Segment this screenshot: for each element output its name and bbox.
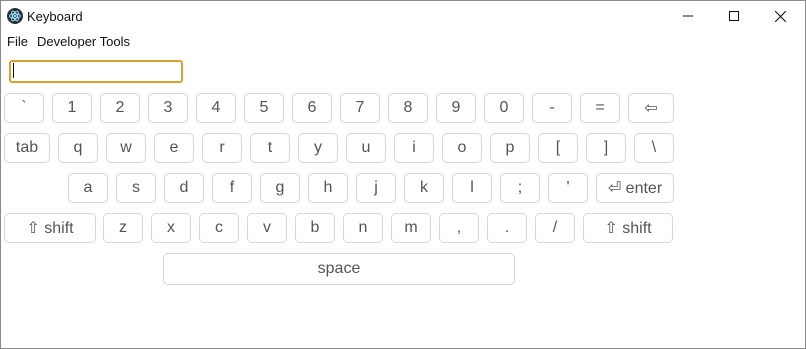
key-symbol-row4-8[interactable]: , [439,213,479,243]
key-4[interactable]: 4 [196,93,236,123]
key-symbol-row1-12[interactable]: = [580,93,620,123]
key-symbol-row3-9[interactable]: ; [500,173,540,203]
key-symbol-row2-12[interactable]: ] [586,133,626,163]
key-f[interactable]: f [212,173,252,203]
key-space[interactable]: space [163,253,515,285]
key-b[interactable]: b [295,213,335,243]
key-symbol-row1-11[interactable]: - [532,93,572,123]
electron-app-icon [7,8,23,24]
menu-file[interactable]: File [7,34,28,49]
key-3[interactable]: 3 [148,93,188,123]
title-bar: Keyboard [1,1,805,31]
key-x[interactable]: x [151,213,191,243]
key-e[interactable]: e [154,133,194,163]
text-input[interactable] [9,60,183,83]
key-i[interactable]: i [394,133,434,163]
key-shift[interactable]: ⇧ shift [583,213,673,243]
key-d[interactable]: d [164,173,204,203]
key-u[interactable]: u [346,133,386,163]
key-m[interactable]: m [391,213,431,243]
key-enter[interactable]: ⏎ enter [596,173,674,203]
minimize-button[interactable] [665,1,711,31]
key-5[interactable]: 5 [244,93,284,123]
menu-developer-tools[interactable]: Developer Tools [37,34,130,49]
maximize-button[interactable] [711,1,757,31]
key-h[interactable]: h [308,173,348,203]
maximize-icon [729,11,739,21]
key-k[interactable]: k [404,173,444,203]
key-symbol-row3-10[interactable]: ' [548,173,588,203]
key-q[interactable]: q [58,133,98,163]
key-w[interactable]: w [106,133,146,163]
key-r[interactable]: r [202,133,242,163]
key-0[interactable]: 0 [484,93,524,123]
key-g[interactable]: g [260,173,300,203]
key-v[interactable]: v [247,213,287,243]
key-shift[interactable]: ⇧ shift [4,213,96,243]
key-9[interactable]: 9 [436,93,476,123]
keyboard-window: Keyboard File Developer Tools ` 1 2 3 4 5 6 7 8 9… [0,0,806,349]
key-symbol-row4-10[interactable]: / [535,213,575,243]
key-symbol-row1-13[interactable]: ⇦ [628,93,674,123]
key-o[interactable]: o [442,133,482,163]
key-symbol-row2-13[interactable]: \ [634,133,674,163]
key-2[interactable]: 2 [100,93,140,123]
text-cursor [13,63,14,78]
key-z[interactable]: z [103,213,143,243]
window-title: Keyboard [27,9,83,24]
key-t[interactable]: t [250,133,290,163]
key-symbol-row2-11[interactable]: [ [538,133,578,163]
key-n[interactable]: n [343,213,383,243]
key-symbol-row4-9[interactable]: . [487,213,527,243]
key-j[interactable]: j [356,173,396,203]
key-1[interactable]: 1 [52,93,92,123]
key-s[interactable]: s [116,173,156,203]
close-button[interactable] [757,1,803,31]
key-symbol-row1-0[interactable]: ` [4,93,44,123]
key-a[interactable]: a [68,173,108,203]
key-l[interactable]: l [452,173,492,203]
key-y[interactable]: y [298,133,338,163]
close-icon [774,10,786,22]
minimize-icon [683,15,693,17]
key-p[interactable]: p [490,133,530,163]
key-8[interactable]: 8 [388,93,428,123]
key-c[interactable]: c [199,213,239,243]
menu-bar: File Developer Tools [1,32,805,52]
key-6[interactable]: 6 [292,93,332,123]
key-tab[interactable]: tab [4,133,50,163]
key-7[interactable]: 7 [340,93,380,123]
